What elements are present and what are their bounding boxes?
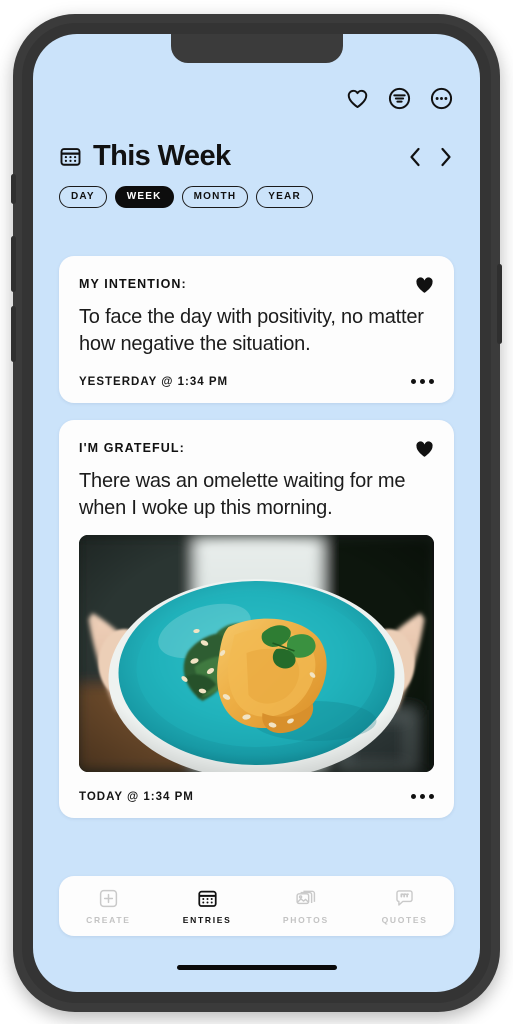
more-options-icon[interactable] [429,86,454,111]
plus-square-icon [98,888,119,909]
top-icon-bar [345,86,454,111]
phone-device-frame: This Week DAY WEEK MONTH YEAR MY INTENTI… [11,14,502,1012]
entry-body: There was an omelette waiting for me whe… [79,470,406,519]
screenshot-canvas: This Week DAY WEEK MONTH YEAR MY INTENTI… [0,0,513,1024]
range-pill-year[interactable]: YEAR [256,186,313,208]
range-filter-pills: DAY WEEK MONTH YEAR [59,186,454,208]
favorite-heart-icon[interactable] [415,276,434,294]
tab-label: QUOTES [381,914,428,925]
entry-card-footer: YESTERDAY @ 1:34 PM [79,375,434,388]
range-pill-month[interactable]: MONTH [181,186,249,208]
silent-switch[interactable] [11,174,16,204]
next-period-button[interactable] [438,146,454,168]
entry-card-grateful[interactable]: I'M GRATEFUL: There was an omelette wait… [59,420,454,819]
page-title: This Week [93,140,231,172]
entry-card-header: MY INTENTION: [79,276,434,294]
entry-timestamp: YESTERDAY @ 1:34 PM [79,375,229,388]
calendar-icon [197,888,218,909]
home-indicator[interactable] [176,965,337,970]
tab-quotes[interactable]: QUOTES [355,888,454,925]
device-notch [170,34,343,63]
entry-card-intention[interactable]: MY INTENTION: To face the day with posit… [59,256,454,404]
entry-feed: MY INTENTION: To face the day with posit… [59,256,454,835]
entry-body: To face the day with positivity, no matt… [79,306,424,355]
tab-photos[interactable]: PHOTOS [257,888,356,925]
calendar-icon [59,145,82,168]
quote-bubble-icon [394,888,415,909]
heart-outline-icon[interactable] [345,86,370,111]
photos-stack-icon [295,888,316,909]
tab-label: ENTRIES [182,914,232,925]
tab-label: PHOTOS [282,914,329,925]
range-pill-day[interactable]: DAY [59,186,107,208]
omelette-bowl-photo [79,535,434,773]
tab-label: CREATE [86,914,131,925]
volume-down-button[interactable] [11,306,16,362]
volume-up-button[interactable] [11,236,16,292]
entry-card-header: I'M GRATEFUL: [79,440,434,458]
previous-period-button[interactable] [407,146,423,168]
filter-icon[interactable] [387,86,412,111]
tab-create[interactable]: CREATE [59,888,158,925]
tab-entries[interactable]: ENTRIES [158,888,257,925]
title-group: This Week [59,142,231,171]
power-button[interactable] [497,264,502,344]
bottom-tab-bar: CREATE ENTRIES PHOTOS QUOTES [59,876,454,936]
entry-photo[interactable] [79,535,434,773]
entry-label: I'M GRATEFUL: [79,441,185,456]
title-row: This Week [59,142,454,171]
period-navigation [407,146,454,168]
entry-more-options-icon[interactable] [411,375,434,388]
favorite-heart-icon[interactable] [415,440,434,458]
entry-timestamp: TODAY @ 1:34 PM [79,790,194,803]
page-header: This Week DAY WEEK MONTH YEAR [59,142,454,208]
entry-card-footer: TODAY @ 1:34 PM [79,790,434,803]
app-screen: This Week DAY WEEK MONTH YEAR MY INTENTI… [33,34,480,992]
range-pill-week[interactable]: WEEK [114,186,174,208]
entry-label: MY INTENTION: [79,277,187,291]
entry-more-options-icon[interactable] [411,790,434,803]
